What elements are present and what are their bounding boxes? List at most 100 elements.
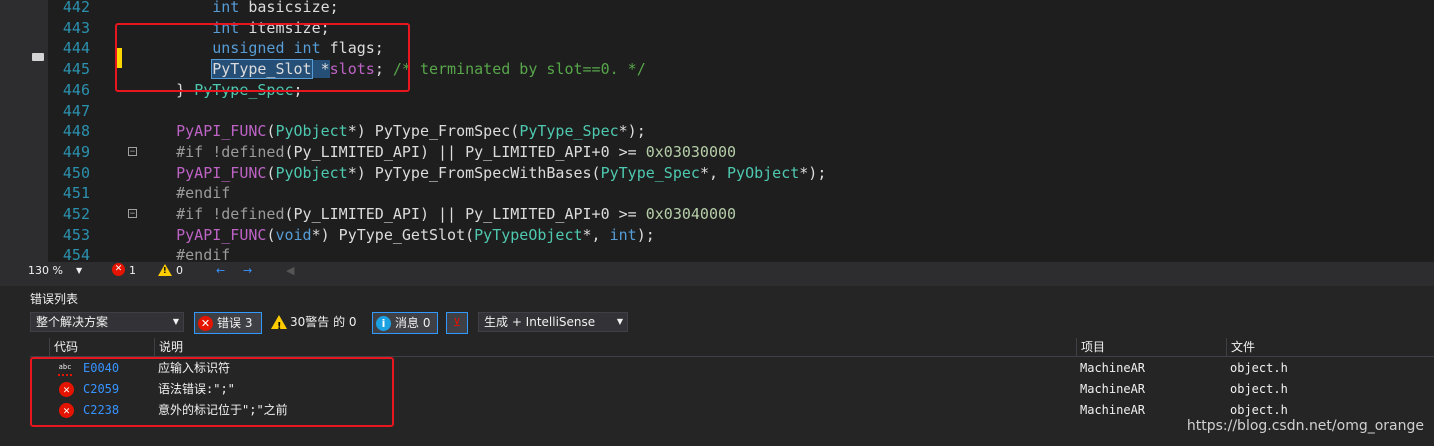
error-project: MachineAR <box>1080 403 1146 417</box>
line-number: 447 <box>62 101 90 120</box>
code-token: *); <box>618 122 646 141</box>
code-token: PyType_Spec <box>519 122 619 141</box>
chevron-down-icon: ▼ <box>172 317 179 326</box>
line-number: 446 <box>62 80 90 99</box>
column-description[interactable]: 说明 <box>154 338 1076 356</box>
error-file: object.h <box>1230 361 1288 375</box>
code-line[interactable]: 452 − #if !defined(Py_LIMITED_API) || Py_… <box>60 204 736 225</box>
line-number: 451 <box>62 184 90 203</box>
warning-icon: ! <box>271 315 287 332</box>
column-project[interactable]: 项目 <box>1076 338 1226 356</box>
code-token: PyObject <box>727 163 800 182</box>
code-line[interactable]: 443 int itemsize; <box>60 18 330 39</box>
code-line[interactable]: 442 int basicsize; <box>60 0 339 18</box>
code-text: #if !defined(Py_LIMITED_API) || Py_LIMIT… <box>140 142 736 163</box>
code-line[interactable]: 447 <box>60 101 90 122</box>
code-token: 0x03030000 <box>645 142 737 161</box>
clear-filter-icon[interactable]: ⊻ <box>446 312 468 334</box>
code-line[interactable]: 451 #endif <box>60 183 230 204</box>
code-token: PyObject <box>275 122 348 141</box>
nav-back-icon[interactable]: ← <box>216 264 225 278</box>
line-number: 448 <box>62 122 90 141</box>
code-editor[interactable]: 442 int basicsize; 443 int itemsize; 444 u… <box>0 0 1434 262</box>
messages-filter-button[interactable]: i 消息 0 <box>372 312 438 334</box>
column-code[interactable]: 代码 <box>49 338 155 356</box>
fold-toggle-icon[interactable]: − <box>128 209 137 219</box>
annotation-highlight-box <box>30 357 394 427</box>
error-icon: ✕ <box>198 316 213 331</box>
code-text: PyAPI_FUNC(void*) PyType_GetSlot(PyTypeO… <box>140 225 655 246</box>
code-token: *) PyType_GetSlot( <box>311 225 475 244</box>
code-token: PyTypeObject <box>474 225 583 244</box>
code-line[interactable]: 445 PyType_Slot *slots; /* terminated by… <box>60 59 646 80</box>
code-line[interactable]: 454 #endif <box>60 245 230 262</box>
code-token: /* terminated by slot==0. */ <box>392 60 646 79</box>
line-number: 445 <box>62 60 90 79</box>
code-token: 0x03040000 <box>645 205 737 223</box>
chevron-down-icon: ▼ <box>616 317 623 326</box>
annotation-highlight-box <box>115 23 410 92</box>
code-token: *, <box>699 163 728 182</box>
line-number: 442 <box>62 0 90 16</box>
code-token: (Py_LIMITED_API) || Py_LIMITED_API+0 >= <box>284 205 646 223</box>
panel-title: 错误列表 <box>30 292 79 306</box>
code-token: *) PyType_FromSpec( <box>347 122 520 141</box>
warnings-filter-button[interactable]: ! 30警告 的 0 <box>270 312 364 334</box>
code-token: *, <box>582 225 610 244</box>
code-token: PyAPI_FUNC <box>176 163 267 182</box>
warning-count: 0 <box>176 264 183 277</box>
code-line[interactable]: 449 − #if !defined(Py_LIMITED_API) || Py_… <box>60 142 736 163</box>
scroll-left-icon[interactable]: ◀ <box>286 264 294 278</box>
line-number: 453 <box>62 225 90 244</box>
code-token: #if !defined <box>140 142 285 161</box>
zoom-level[interactable]: 130 % <box>28 264 63 278</box>
code-line[interactable]: 453 PyAPI_FUNC(void*) PyType_GetSlot(PyT… <box>60 225 655 246</box>
error-count: 1 <box>129 264 136 277</box>
error-file: object.h <box>1230 382 1288 396</box>
code-token: #endif <box>140 246 231 262</box>
build-filter-value: 生成 + IntelliSense <box>484 315 596 329</box>
code-token: PyObject <box>275 163 348 182</box>
current-line-arrow-icon <box>32 53 44 61</box>
line-number: 454 <box>62 246 90 262</box>
warning-icon[interactable]: ! <box>158 264 172 276</box>
scope-value: 整个解决方案 <box>36 315 109 329</box>
nav-forward-icon[interactable]: → <box>243 264 252 278</box>
error-list-header: 代码 说明 项目 文件 <box>30 338 1434 357</box>
column-file[interactable]: 文件 <box>1226 338 1434 356</box>
fold-toggle-icon[interactable]: − <box>128 146 137 156</box>
code-token: int <box>609 225 637 244</box>
build-filter-dropdown[interactable]: 生成 + IntelliSense ▼ <box>478 312 628 332</box>
code-token: basicsize; <box>239 0 339 16</box>
errors-filter-label: 错误 3 <box>217 316 253 330</box>
code-token: int <box>212 0 240 16</box>
code-line[interactable]: 450 PyAPI_FUNC(PyObject*) PyType_FromSpe… <box>60 163 826 184</box>
error-project: MachineAR <box>1080 361 1146 375</box>
scope-dropdown[interactable]: 整个解决方案 ▼ <box>30 312 184 332</box>
code-token: PyAPI_FUNC <box>176 225 267 244</box>
code-text: int basicsize; <box>140 0 339 18</box>
code-text: #if !defined(Py_LIMITED_API) || Py_LIMIT… <box>140 204 736 225</box>
code-token: void <box>275 225 312 244</box>
code-token: (Py_LIMITED_API) || Py_LIMITED_API+0 >= <box>284 142 646 161</box>
errors-filter-button[interactable]: ✕ 错误 3 <box>194 312 262 334</box>
line-number: 452 <box>62 205 90 223</box>
watermark: https://blog.csdn.net/omg_orange <box>1186 418 1424 434</box>
code-token: PyAPI_FUNC <box>176 122 267 141</box>
code-text: #endif <box>140 183 230 204</box>
code-token: *) PyType_FromSpecWithBases( <box>347 163 601 182</box>
zoom-dropdown-icon[interactable]: ▼ <box>76 264 82 278</box>
code-line[interactable]: 448 PyAPI_FUNC(PyObject*) PyType_FromSpe… <box>60 121 646 142</box>
code-line[interactable]: 446 } PyType_Spec; <box>60 80 303 101</box>
code-line[interactable]: 444 unsigned int flags; <box>60 38 384 59</box>
info-icon: i <box>376 316 391 331</box>
code-token: PyType_Spec <box>600 163 700 182</box>
code-text: PyAPI_FUNC(PyObject*) PyType_FromSpec(Py… <box>140 121 646 142</box>
line-number: 450 <box>62 163 90 182</box>
code-text: #endif <box>140 245 230 262</box>
error-icon[interactable]: ✕ <box>112 263 125 276</box>
